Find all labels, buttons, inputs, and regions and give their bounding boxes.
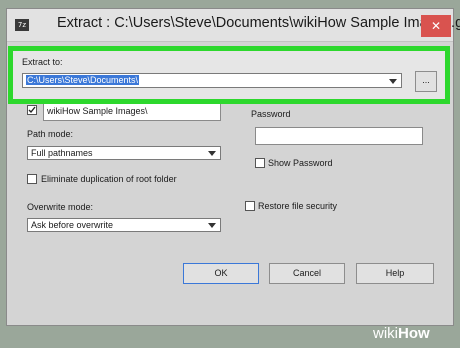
watermark-prefix: wiki [373,325,398,342]
7zip-app-icon: 7z [15,19,29,31]
overwrite-mode-label: Overwrite mode: [27,202,94,212]
close-button[interactable]: ✕ [421,15,451,37]
window-title: Extract : C:\Users\Steve\Documents\wikiH… [57,15,460,31]
extract-to-label: Extract to: [22,57,63,67]
path-mode-label: Path mode: [27,129,74,139]
wikihow-watermark: wikiHow [373,325,430,342]
restore-security-label[interactable]: Restore file security [258,201,337,211]
path-mode-dropdown[interactable]: Full pathnames [27,146,221,160]
checkmark-icon [28,106,36,114]
subfolder-checkbox[interactable] [27,105,37,115]
eliminate-duplication-label[interactable]: Eliminate duplication of root folder [41,174,177,184]
extract-to-path-value[interactable]: C:\Users\Steve\Documents\ [26,75,140,85]
chevron-down-icon [208,151,216,156]
extract-to-dropdown[interactable]: C:\Users\Steve\Documents\ [22,73,402,88]
overwrite-mode-value: Ask before overwrite [31,220,114,230]
cancel-button[interactable]: Cancel [269,263,345,284]
chevron-down-icon [389,78,397,84]
password-label: Password [251,109,291,119]
show-password-checkbox[interactable] [255,158,265,168]
extract-to-highlight: Extract to: C:\Users\Steve\Documents\ ..… [8,46,450,104]
password-input[interactable] [255,127,423,145]
title-bar[interactable]: 7z Extract : C:\Users\Steve\Documents\wi… [7,9,460,42]
show-password-label[interactable]: Show Password [268,158,333,168]
browse-button[interactable]: ... [415,71,437,92]
help-button[interactable]: Help [356,263,434,284]
ok-button[interactable]: OK [183,263,259,284]
overwrite-mode-dropdown[interactable]: Ask before overwrite [27,218,221,232]
eliminate-duplication-checkbox[interactable] [27,174,37,184]
restore-security-checkbox[interactable] [245,201,255,211]
watermark-suffix: How [398,325,430,342]
chevron-down-icon [208,223,216,228]
path-mode-value: Full pathnames [31,148,93,158]
subfolder-name-value: wikiHow Sample Images\ [47,106,148,116]
